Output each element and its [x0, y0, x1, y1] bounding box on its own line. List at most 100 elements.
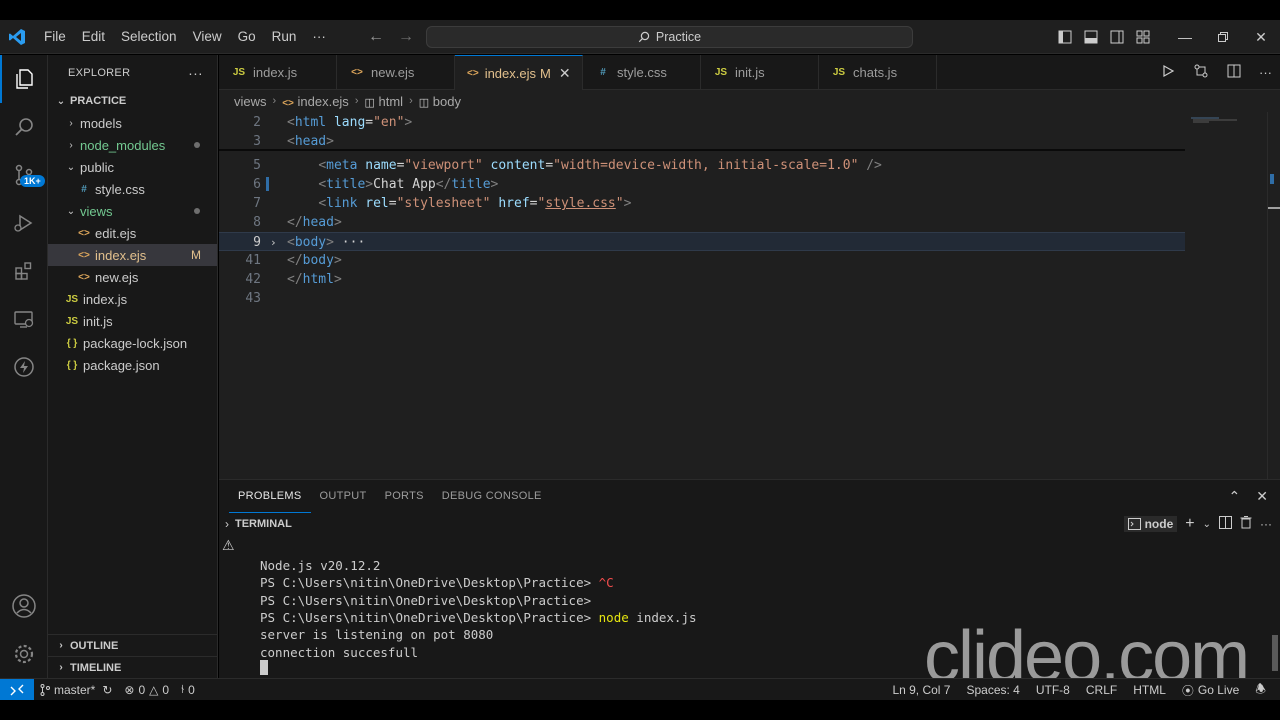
chevron-down-icon[interactable]: ⌄ [1203, 519, 1211, 530]
terminal-title[interactable]: TERMINAL [235, 518, 292, 530]
line-ending[interactable]: CRLF [1080, 683, 1123, 697]
more-actions-icon[interactable]: ··· [1259, 65, 1272, 80]
close-tab-icon[interactable]: ✕ [559, 65, 571, 82]
panel-tab[interactable]: PORTS [376, 480, 433, 513]
code-editor[interactable]: 2 <html lang="en"> 3 <head> 5 <meta name="vi… [219, 112, 1280, 479]
menu-item[interactable]: Edit [74, 20, 113, 54]
minimap[interactable] [1189, 116, 1241, 124]
tree-item[interactable]: <> index.ejs M [48, 244, 217, 266]
menu-item[interactable]: Selection [113, 20, 185, 54]
tree-item-label: init.js [83, 313, 113, 329]
maximize-panel-icon[interactable]: ⌃ [1229, 488, 1241, 505]
split-editor-icon[interactable] [1227, 64, 1241, 81]
tree-item[interactable]: { } package.json [48, 354, 217, 376]
toggle-panel-icon[interactable] [1078, 20, 1104, 54]
explorer-icon[interactable] [0, 55, 48, 103]
encoding[interactable]: UTF-8 [1030, 683, 1076, 697]
menu-item[interactable]: View [185, 20, 230, 54]
forward-arrow-icon[interactable]: → [398, 28, 414, 46]
explorer-more-icon[interactable]: ··· [188, 65, 203, 81]
chevron-right-icon[interactable]: › [225, 517, 229, 531]
timeline-section[interactable]: › TIMELINE [48, 656, 218, 678]
terminal-line: PS C:\Users\nitin\OneDrive\Desktop\Pract… [260, 609, 697, 626]
menu-item[interactable]: File [36, 20, 74, 54]
problems-status[interactable]: ⊗ 0 △ 0 [118, 683, 175, 697]
menu-item[interactable]: Go [230, 20, 264, 54]
js-file-icon: JS [714, 67, 728, 78]
minimize-icon[interactable]: — [1166, 20, 1204, 54]
editor-tab[interactable]: JS chats.js [819, 55, 937, 90]
panel-tab[interactable]: OUTPUT [311, 480, 376, 513]
terminal-scrollbar[interactable] [1272, 635, 1278, 671]
remote-explorer-icon[interactable] [0, 295, 48, 343]
command-center-search[interactable]: Practice [426, 26, 913, 48]
back-arrow-icon[interactable]: ← [368, 28, 384, 46]
panel-tabs: PROBLEMS OUTPUT PORTS DEBUG CONSOLE [219, 480, 1280, 513]
editor-tab[interactable]: # style.css [583, 55, 701, 90]
element-node-icon: ◫ [418, 96, 430, 109]
editor-scrollbar[interactable] [1267, 112, 1280, 479]
close-panel-icon[interactable]: ✕ [1256, 488, 1268, 505]
breadcrumb-folder[interactable]: views [234, 94, 267, 109]
outline-section[interactable]: › OUTLINE [48, 634, 218, 656]
breadcrumb-file[interactable]: <> index.ejs [282, 94, 349, 109]
tree-item-label: models [80, 115, 122, 131]
panel-tab[interactable]: PROBLEMS [229, 480, 311, 513]
editor-tabs: JS index.js <> new.ejs <> index.ejs M ✕ # style.c… [219, 55, 937, 90]
cursor-position[interactable]: Ln 9, Col 7 [886, 683, 956, 697]
restore-icon[interactable] [1204, 20, 1242, 54]
terminal-command: node [598, 609, 629, 625]
open-changes-icon[interactable] [1193, 64, 1209, 81]
tree-item[interactable]: ⌄ public [48, 156, 217, 178]
editor-tab[interactable]: JS index.js [219, 55, 337, 90]
account-icon[interactable] [0, 582, 48, 630]
extensions-icon[interactable] [0, 247, 48, 295]
toggle-secondary-sidebar-icon[interactable] [1104, 20, 1130, 54]
split-terminal-icon[interactable] [1219, 516, 1232, 532]
chevron-down-icon: ⌄ [56, 95, 66, 107]
fold-chevron-icon[interactable]: › [270, 233, 277, 252]
run-file-icon[interactable] [1161, 64, 1175, 81]
notifications-bell-icon[interactable]: 🕭 [1249, 680, 1272, 701]
tree-item-label: index.js [83, 291, 128, 307]
editor-tab[interactable]: <> index.ejs M ✕ [455, 55, 583, 90]
branch-status[interactable]: master* ↻ [34, 683, 118, 697]
tree-item[interactable]: › models [48, 112, 217, 134]
tree-item[interactable]: ⌄ views [48, 200, 217, 222]
thunder-client-icon[interactable] [0, 343, 48, 391]
terminal-more-icon[interactable]: ··· [1260, 517, 1272, 531]
tree-item[interactable]: <> new.ejs [48, 266, 217, 288]
language-mode[interactable]: HTML [1127, 683, 1172, 697]
tree-item[interactable]: JS init.js [48, 310, 217, 332]
indentation[interactable]: Spaces: 4 [960, 683, 1025, 697]
remote-indicator-icon[interactable] [0, 678, 34, 701]
breadcrumb-html[interactable]: ◫ html [364, 94, 403, 109]
manage-gear-icon[interactable] [0, 630, 48, 678]
search-activity-icon[interactable] [0, 103, 48, 151]
customize-layout-icon[interactable] [1130, 20, 1156, 54]
explorer-header: EXPLORER ··· [48, 55, 217, 90]
breadcrumb-body-label: body [432, 93, 461, 109]
kill-terminal-icon[interactable] [1240, 516, 1252, 532]
ports-status[interactable]: ⫮ 0 [175, 682, 201, 697]
terminal-shell[interactable]: node [1123, 516, 1178, 532]
modified-dot-icon [194, 142, 200, 148]
editor-tab[interactable]: <> new.ejs [337, 55, 455, 90]
tree-item[interactable]: <> edit.ejs [48, 222, 217, 244]
tree-item[interactable]: JS index.js [48, 288, 217, 310]
source-control-icon[interactable]: 1K+ [0, 151, 48, 199]
toggle-primary-sidebar-icon[interactable] [1052, 20, 1078, 54]
tree-item[interactable]: { } package-lock.json [48, 332, 217, 354]
go-live[interactable]: ⦿ Go Live [1176, 682, 1245, 699]
menu-item[interactable]: ··· [304, 20, 334, 54]
tree-item[interactable]: › node_modules [48, 134, 217, 156]
close-window-icon[interactable]: ✕ [1242, 20, 1280, 54]
new-terminal-icon[interactable]: + [1185, 515, 1194, 533]
tree-item[interactable]: # style.css [48, 178, 217, 200]
run-debug-icon[interactable] [0, 199, 48, 247]
menu-item[interactable]: Run [264, 20, 305, 54]
breadcrumb-body[interactable]: ◫ body [419, 94, 461, 109]
panel-tab[interactable]: DEBUG CONSOLE [433, 480, 551, 513]
editor-tab[interactable]: JS init.js [701, 55, 819, 90]
workspace-folder[interactable]: ⌄ PRACTICE [48, 90, 217, 112]
